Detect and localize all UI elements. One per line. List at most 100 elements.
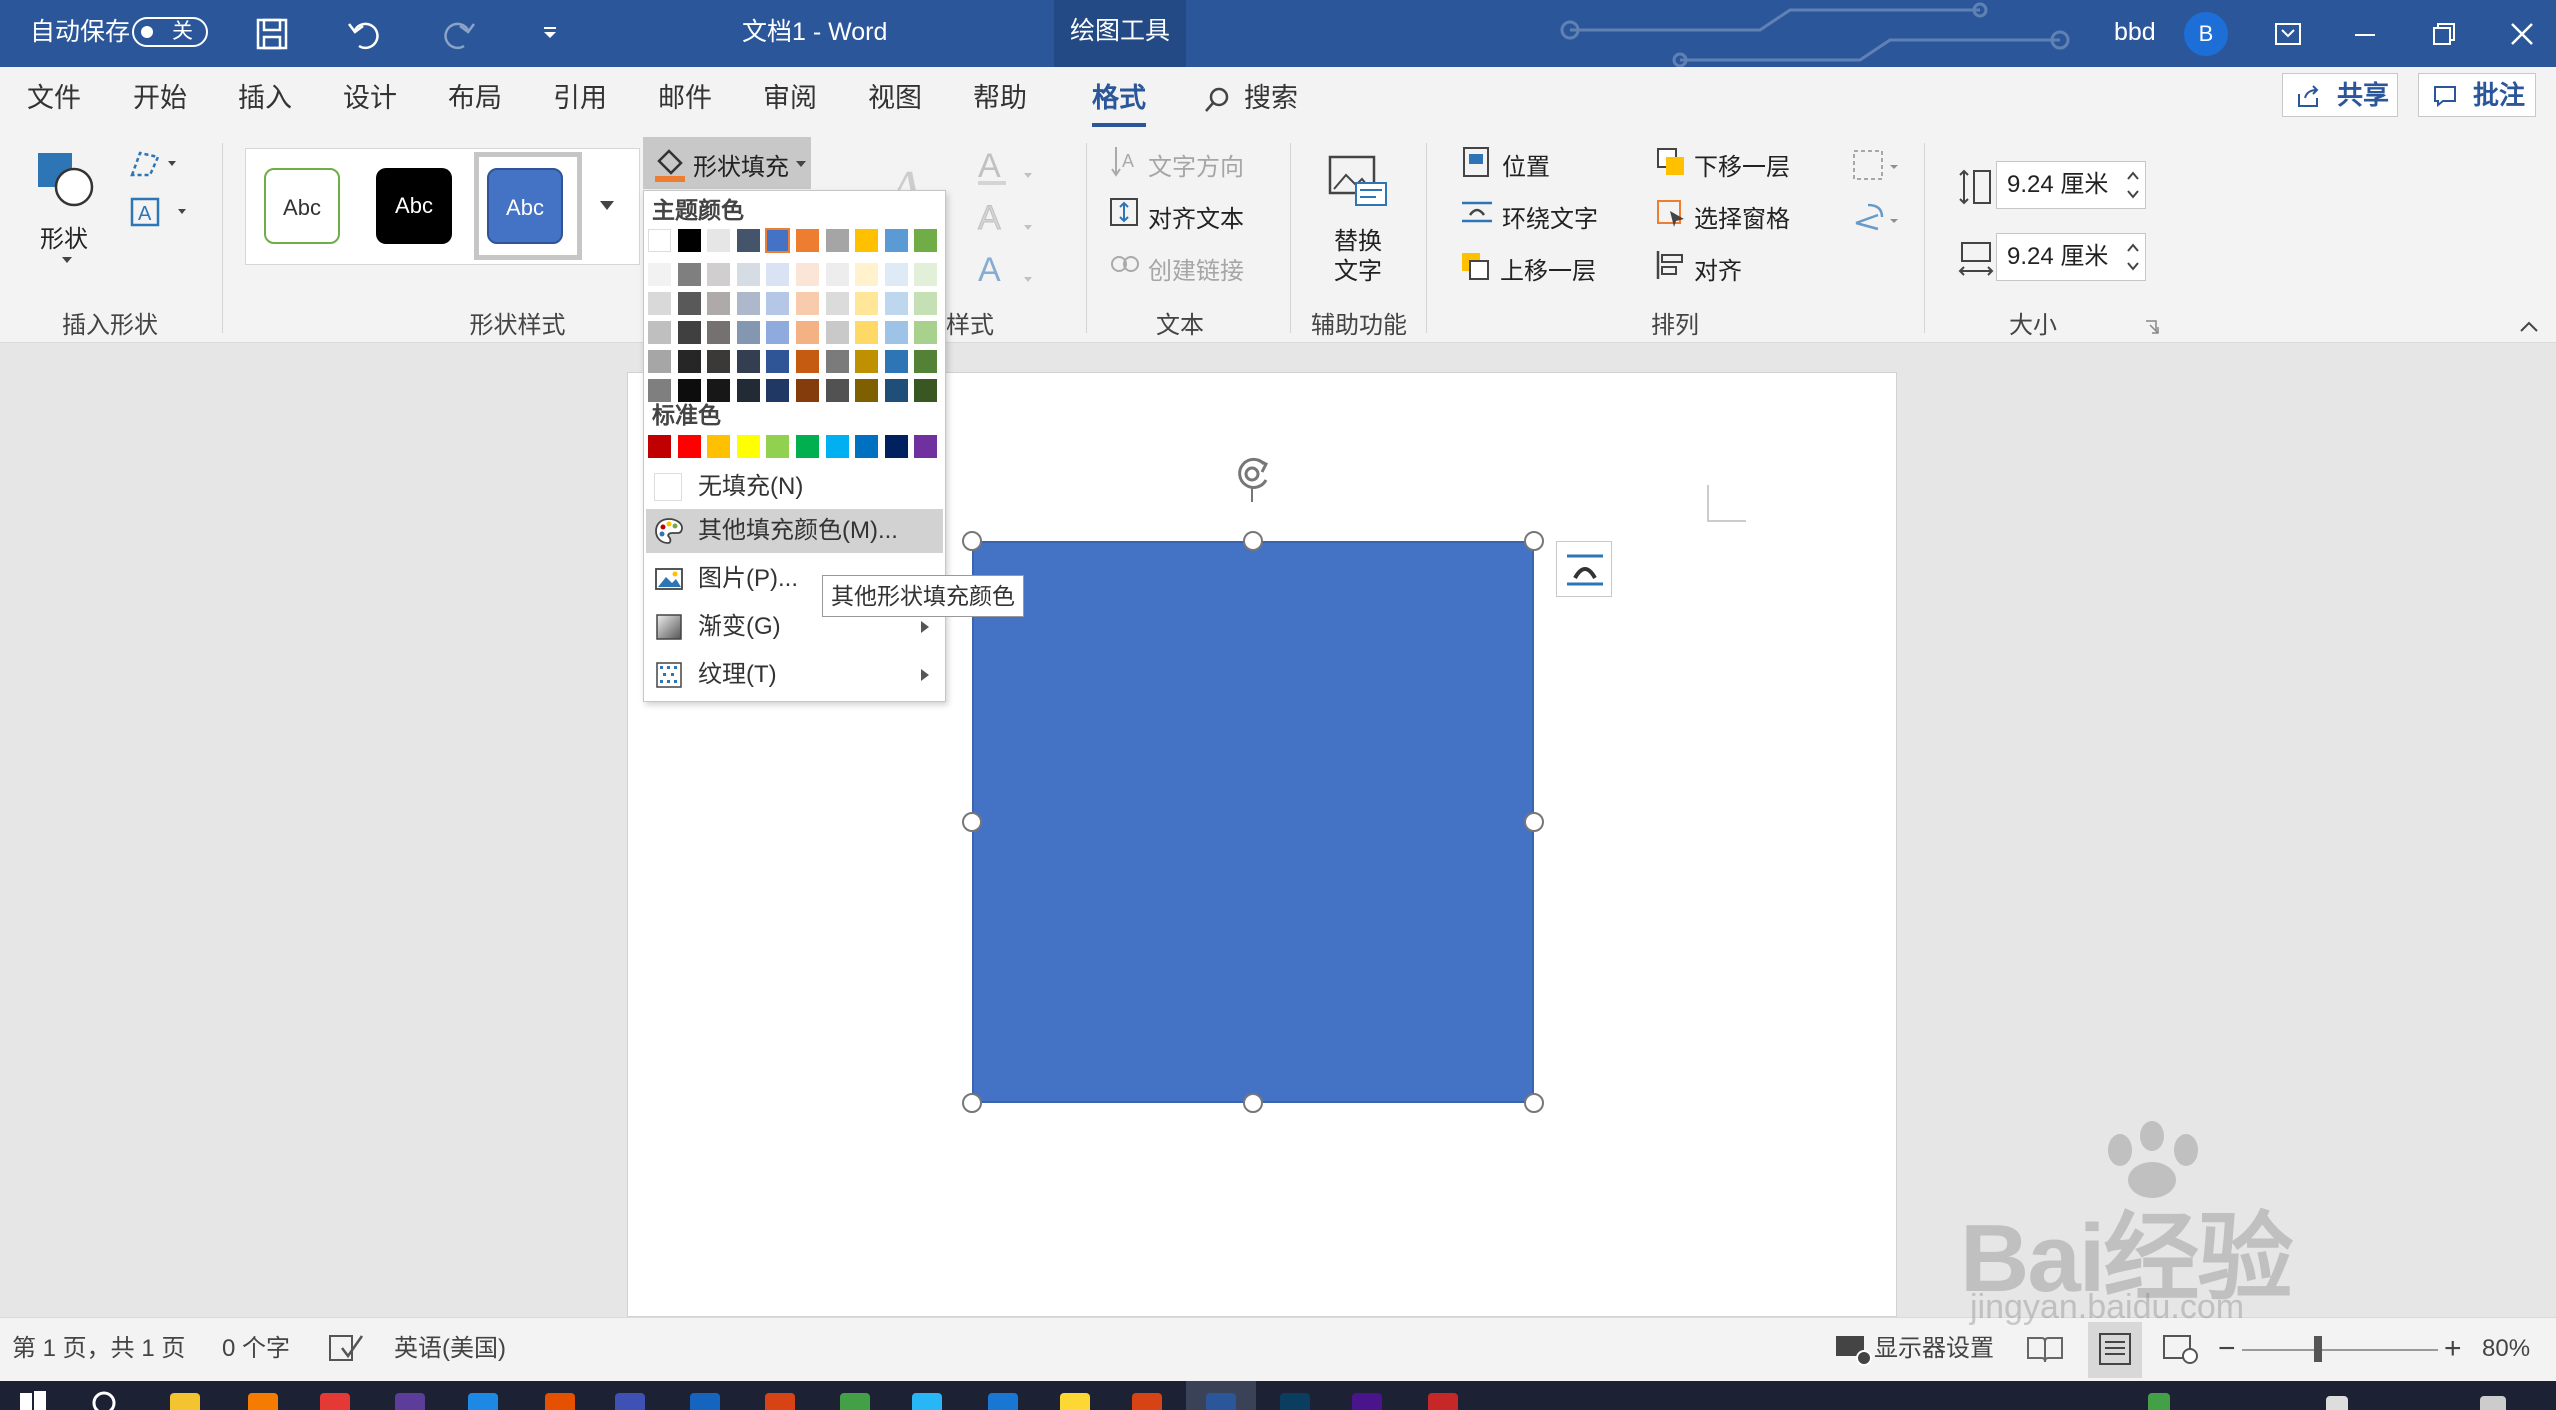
tab-file[interactable]: 文件 [27,67,81,133]
theme-shade-swatch[interactable] [766,263,790,286]
create-link-label[interactable]: 创建链接 [1148,251,1244,286]
theme-color-swatch[interactable] [884,229,908,252]
theme-color-swatch[interactable] [914,229,938,252]
standard-color-swatch[interactable] [825,435,849,458]
shapes-label[interactable]: 形状 [40,219,88,254]
theme-shade-swatch[interactable] [736,292,760,315]
app-icon[interactable] [1352,1393,1382,1410]
collapse-ribbon-icon[interactable] [2518,319,2540,335]
edit-shape-icon[interactable] [128,147,180,181]
zoom-out-button[interactable]: − [2218,1318,2236,1380]
standard-color-swatch[interactable] [707,435,731,458]
theme-shade-swatch[interactable] [884,321,908,344]
theme-color-swatch[interactable] [765,228,791,253]
style-blue-fill[interactable]: Abc [487,168,563,244]
theme-shade-swatch[interactable] [736,379,760,402]
theme-shade-swatch[interactable] [707,263,731,286]
theme-color-swatch[interactable] [736,229,760,252]
send-backward-label[interactable]: 下移一层 [1694,147,1790,182]
align-label[interactable]: 对齐 [1694,251,1742,286]
resize-handle-bottom[interactable] [1243,1093,1263,1113]
app-icon[interactable] [1428,1393,1458,1410]
theme-shade-swatch[interactable] [796,379,819,402]
send-backward-icon[interactable] [1654,145,1688,179]
theme-shade-swatch[interactable] [884,263,908,286]
theme-shade-swatch[interactable] [855,379,879,402]
theme-shade-swatch[interactable] [796,292,819,315]
tab-view[interactable]: 视图 [868,67,922,133]
page-info[interactable]: 第 1 页，共 1 页 [12,1318,185,1380]
position-icon[interactable] [1460,145,1494,179]
style-black-fill[interactable]: Abc [376,168,452,244]
zoom-slider-track[interactable] [2242,1349,2438,1351]
resize-handle-top-left[interactable] [962,531,982,551]
photoshop-icon[interactable] [1280,1393,1310,1410]
zoom-slider-thumb[interactable] [2314,1336,2323,1362]
text-box-icon[interactable]: A [128,195,192,229]
theme-shade-swatch[interactable] [677,379,701,402]
theme-shade-swatch[interactable] [855,321,879,344]
theme-shade-swatch[interactable] [648,292,671,315]
chevron-down-icon[interactable] [60,255,74,265]
search-icon[interactable] [1202,85,1232,115]
theme-shade-swatch[interactable] [766,350,790,373]
resize-handle-bottom-right[interactable] [1524,1093,1544,1113]
theme-color-swatch[interactable] [677,229,701,252]
user-name[interactable]: bbd [2114,0,2156,67]
undo-icon[interactable] [345,14,385,54]
app-icon[interactable] [395,1393,425,1410]
app-icon[interactable] [615,1393,645,1410]
theme-shade-swatch[interactable] [825,292,849,315]
standard-color-swatch[interactable] [766,435,790,458]
minimize-icon[interactable] [2345,14,2385,54]
shapes-icon[interactable] [34,147,98,211]
width-spinner-icon[interactable] [2124,237,2142,277]
resize-handle-bottom-left[interactable] [962,1093,982,1113]
windows-start-icon[interactable] [18,1389,48,1410]
theme-shade-swatch[interactable] [648,321,671,344]
more-fill-colors-item[interactable]: 其他填充颜色(M)... [646,509,943,553]
comments-button[interactable]: 批注 [2418,73,2536,117]
rotate-handle-icon[interactable] [1230,450,1278,502]
selection-pane-icon[interactable] [1654,197,1688,229]
theme-shade-swatch[interactable] [914,350,938,373]
bring-forward-icon[interactable] [1458,249,1492,281]
standard-color-swatch[interactable] [855,435,879,458]
redo-icon[interactable] [438,14,478,54]
theme-shade-swatch[interactable] [855,350,879,373]
resize-handle-top[interactable] [1243,531,1263,551]
theme-shade-swatch[interactable] [766,292,790,315]
proofing-icon[interactable] [328,1332,364,1364]
powerpoint-icon[interactable] [1132,1393,1162,1410]
edge-icon[interactable] [690,1393,720,1410]
theme-shade-swatch[interactable] [677,263,701,286]
tab-home[interactable]: 开始 [133,67,187,133]
display-settings-label[interactable]: 显示器设置 [1874,1318,1994,1380]
standard-color-swatch[interactable] [796,435,819,458]
tab-layout[interactable]: 布局 [448,67,502,133]
selection-pane-label[interactable]: 选择窗格 [1694,199,1790,234]
theme-shade-swatch[interactable] [677,321,701,344]
web-layout-icon[interactable] [2162,1332,2200,1366]
alt-text-icon[interactable] [1326,153,1390,209]
standard-color-swatch[interactable] [648,435,671,458]
theme-shade-swatch[interactable] [914,263,938,286]
theme-shade-swatch[interactable] [648,379,671,402]
notification-icon[interactable] [2480,1396,2506,1410]
search-label[interactable]: 搜索 [1244,67,1298,133]
theme-shade-swatch[interactable] [677,350,701,373]
theme-shade-swatch[interactable] [796,263,819,286]
theme-shade-swatch[interactable] [796,321,819,344]
customize-toolbar-icon[interactable] [530,14,570,54]
theme-shade-swatch[interactable] [796,350,819,373]
theme-shade-swatch[interactable] [914,292,938,315]
app-icon[interactable] [765,1393,795,1410]
text-direction-label[interactable]: 文字方向 [1148,147,1244,182]
app-icon[interactable] [248,1393,278,1410]
align-icon[interactable] [1654,249,1688,281]
theme-shade-swatch[interactable] [766,321,790,344]
tab-references[interactable]: 引用 [553,67,607,133]
theme-color-swatch[interactable] [707,229,731,252]
texture-fill-item[interactable]: 纹理(T) [646,653,943,697]
size-dialog-launcher-icon[interactable] [2144,319,2160,335]
